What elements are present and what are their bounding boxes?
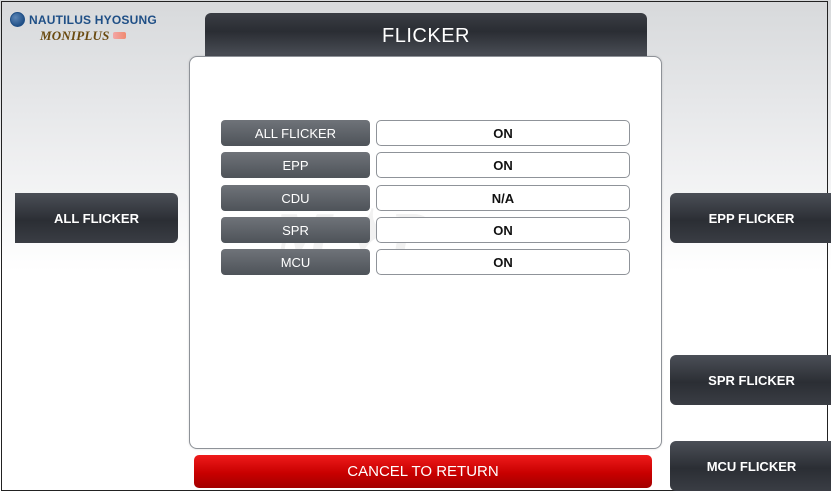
status-value: ON — [376, 249, 630, 275]
status-label: EPP — [221, 152, 370, 178]
status-label: MCU — [221, 249, 370, 275]
product-name: MONIPLUS — [40, 28, 110, 43]
epp-flicker-button[interactable]: EPP FLICKER — [670, 193, 831, 243]
status-label: CDU — [221, 185, 370, 211]
globe-icon — [10, 12, 25, 27]
all-flicker-button[interactable]: ALL FLICKER — [15, 193, 178, 243]
status-value: N/A — [376, 185, 630, 211]
status-value: ON — [376, 120, 630, 146]
product-line: MONIPLUS — [40, 27, 157, 45]
page-title: FLICKER — [382, 24, 470, 47]
brand-line: NAUTILUS HYOSUNG — [10, 12, 157, 27]
title-bar: FLICKER — [205, 13, 647, 59]
brand-name: NAUTILUS HYOSUNG — [29, 12, 157, 27]
mcu-flicker-button[interactable]: MCU FLICKER — [670, 441, 831, 491]
cancel-button[interactable]: CANCEL TO RETURN — [194, 455, 652, 488]
ce-badge-icon — [112, 32, 126, 40]
status-value: ON — [376, 217, 630, 243]
logo: NAUTILUS HYOSUNG MONIPLUS — [10, 12, 157, 45]
spr-flicker-button[interactable]: SPR FLICKER — [670, 355, 831, 405]
status-label: ALL FLICKER — [221, 120, 370, 146]
status-label: SPR — [221, 217, 370, 243]
status-value: ON — [376, 152, 630, 178]
